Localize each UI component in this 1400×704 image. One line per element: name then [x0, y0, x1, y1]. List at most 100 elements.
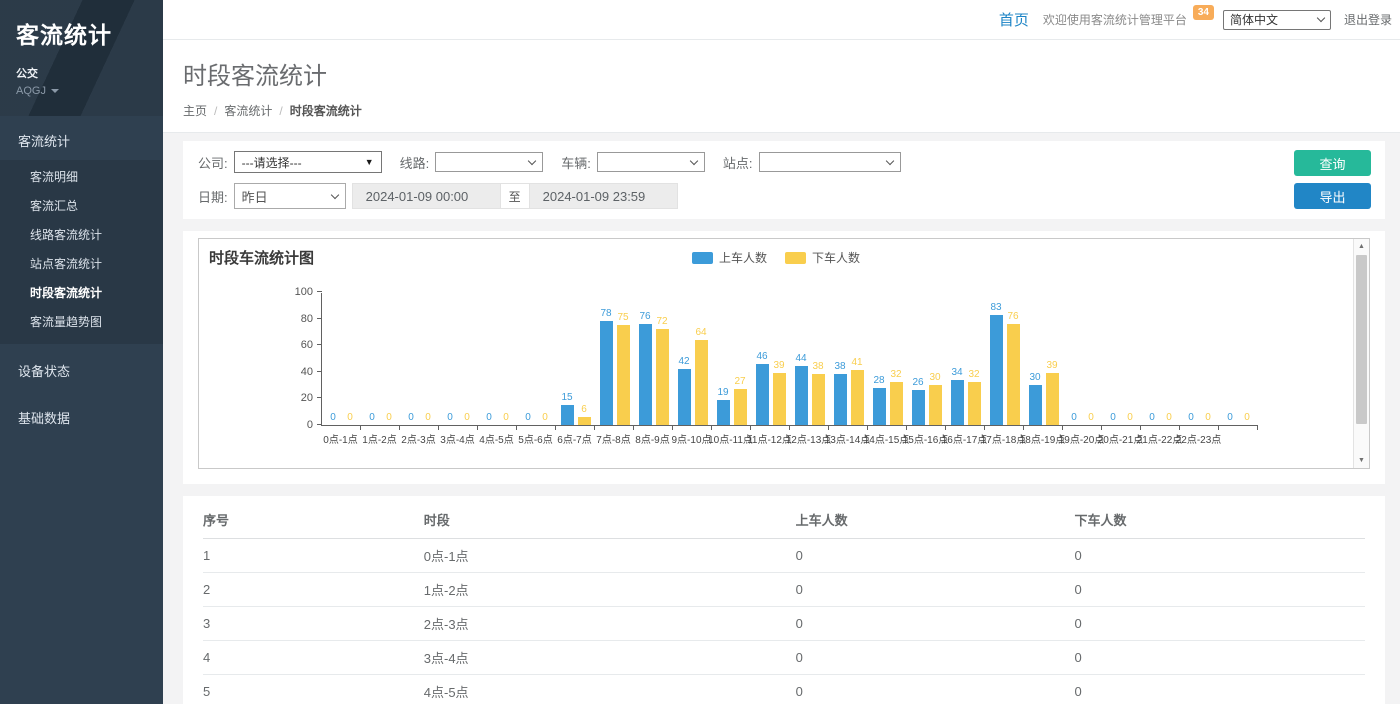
bar-alighting: [968, 382, 981, 425]
x-axis-label: 3点-4点: [438, 431, 477, 446]
bar-column: 28: [873, 293, 886, 425]
bar-value-label: 0: [1205, 412, 1211, 423]
station-select[interactable]: [759, 152, 901, 172]
vehicle-select[interactable]: [597, 152, 705, 172]
page-heading: 时段客流统计 主页 / 客流统计 / 时段客流统计: [163, 40, 1400, 133]
bar-value-label: 39: [1046, 360, 1057, 371]
breadcrumb-passenger-stats[interactable]: 客流统计: [224, 102, 272, 119]
cell-index: 5: [203, 675, 424, 704]
sidebar-subitem[interactable]: 客流量趋势图: [0, 307, 163, 336]
line-select[interactable]: [435, 152, 543, 172]
sidebar-item-base-data[interactable]: 基础数据: [0, 397, 163, 438]
bar-column: 0: [1241, 293, 1254, 425]
export-button[interactable]: 导出: [1294, 183, 1371, 209]
language-select[interactable]: 简体中文: [1223, 10, 1331, 30]
date-to-input[interactable]: 2024-01-09 23:59: [529, 183, 678, 209]
sidebar-subitem[interactable]: 站点客流统计: [0, 249, 163, 278]
bar-column: 26: [912, 293, 925, 425]
x-axis-tick: [633, 426, 634, 430]
col-header-alighting: 下车人数: [1074, 500, 1365, 539]
scrollbar-thumb[interactable]: [1356, 255, 1367, 424]
bar-boarding: [1029, 385, 1042, 425]
sidebar-subitem[interactable]: 时段客流统计: [0, 278, 163, 307]
bar-column: 78: [600, 293, 613, 425]
sidebar-nav: 客流统计 客流明细客流汇总线路客流统计站点客流统计时段客流统计客流量趋势图 设备…: [0, 122, 163, 438]
x-axis-tick: [594, 426, 595, 430]
bar-column: 76: [1007, 293, 1020, 425]
table-header-row: 序号 时段 上车人数 下车人数: [203, 500, 1365, 539]
bar-value-label: 38: [812, 361, 823, 372]
table-row: 21点-2点00: [203, 573, 1365, 607]
chevron-down-icon: [330, 190, 338, 198]
bar-value-label: 15: [561, 392, 572, 403]
col-header-index: 序号: [203, 500, 424, 539]
logout-link[interactable]: 退出登录: [1344, 11, 1392, 28]
station-label: 站点:: [723, 153, 753, 172]
sidebar: 客流统计 公交 AQGJ 客流统计 客流明细客流汇总线路客流统计站点客流统计时段…: [0, 0, 163, 704]
bar-boarding: [795, 366, 808, 425]
x-axis-label: 11点-12点: [750, 431, 789, 446]
bar-column: 6: [578, 293, 591, 425]
bar-column: 0: [461, 293, 474, 425]
x-axis-tick: [672, 426, 673, 430]
x-axis-label: [1218, 431, 1257, 446]
cell-alighting: 0: [1074, 641, 1365, 675]
home-link[interactable]: 首页: [999, 9, 1029, 30]
legend-marker-alighting: [785, 252, 806, 264]
bar-column: 30: [929, 293, 942, 425]
bar-value-label: 0: [1227, 412, 1233, 423]
breadcrumb-home[interactable]: 主页: [183, 102, 207, 119]
cell-period: 0点-1点: [424, 539, 796, 573]
cell-index: 1: [203, 539, 424, 573]
bar-column: 32: [890, 293, 903, 425]
chevron-down-icon: [51, 89, 59, 93]
bar-value-label: 78: [600, 308, 611, 319]
x-axis-tick: [1062, 426, 1063, 430]
legend-item-alighting[interactable]: 下车人数: [785, 249, 860, 266]
scroll-up-arrow-icon[interactable]: ▲: [1354, 239, 1369, 254]
x-axis-label: 13点-14点: [828, 431, 867, 446]
x-axis-tick: [984, 426, 985, 430]
sidebar-subitem[interactable]: 线路客流统计: [0, 220, 163, 249]
notification-badge[interactable]: 34: [1193, 5, 1214, 20]
x-axis-label: 2点-3点: [399, 431, 438, 446]
bar-value-label: 0: [425, 412, 431, 423]
sidebar-subitem[interactable]: 客流汇总: [0, 191, 163, 220]
bar-value-label: 0: [1088, 412, 1094, 423]
x-axis-label: 21点-22点: [1140, 431, 1179, 446]
sidebar-subitem[interactable]: 客流明细: [0, 162, 163, 191]
line-label: 线路:: [400, 153, 430, 172]
x-axis-tick: [945, 426, 946, 430]
sidebar-item-passenger-stats[interactable]: 客流统计: [0, 122, 163, 160]
chart-legend: 上车人数 下车人数: [199, 249, 1353, 266]
bar-group: 8376: [985, 293, 1024, 425]
bar-value-label: 0: [503, 412, 509, 423]
legend-item-boarding[interactable]: 上车人数: [692, 249, 767, 266]
bar-value-label: 46: [756, 351, 767, 362]
bar-group: 15 6: [556, 293, 595, 425]
bar-value-label: 32: [890, 369, 901, 380]
company-select[interactable]: ---请选择--- ▼: [234, 151, 382, 173]
scroll-down-arrow-icon[interactable]: ▼: [1354, 453, 1369, 468]
bar-column: 0: [444, 293, 457, 425]
topbar: 首页 欢迎使用客流统计管理平台 34 简体中文 退出登录: [163, 0, 1400, 40]
x-axis-tick: [906, 426, 907, 430]
bar-group: 7672: [634, 293, 673, 425]
bar-alighting: [929, 385, 942, 425]
page-title: 时段客流统计: [183, 56, 1400, 91]
bar-boarding: [717, 400, 730, 425]
bar-group: 3841: [829, 293, 868, 425]
x-axis-label: 18点-19点: [1023, 431, 1062, 446]
user-dropdown[interactable]: AQGJ: [16, 85, 147, 97]
chart-vertical-scrollbar[interactable]: ▲ ▼: [1353, 239, 1369, 468]
query-button[interactable]: 查询: [1294, 150, 1371, 176]
sidebar-item-device-status[interactable]: 设备状态: [0, 350, 163, 391]
bar-alighting: [734, 389, 747, 425]
bar-group: 4438: [790, 293, 829, 425]
bar-column: 38: [812, 293, 825, 425]
bar-value-label: 0: [464, 412, 470, 423]
date-from-input[interactable]: 2024-01-09 00:00: [352, 183, 501, 209]
bar-column: 41: [851, 293, 864, 425]
date-preset-select[interactable]: 昨日: [234, 183, 346, 209]
company-label: 公司:: [198, 153, 228, 172]
